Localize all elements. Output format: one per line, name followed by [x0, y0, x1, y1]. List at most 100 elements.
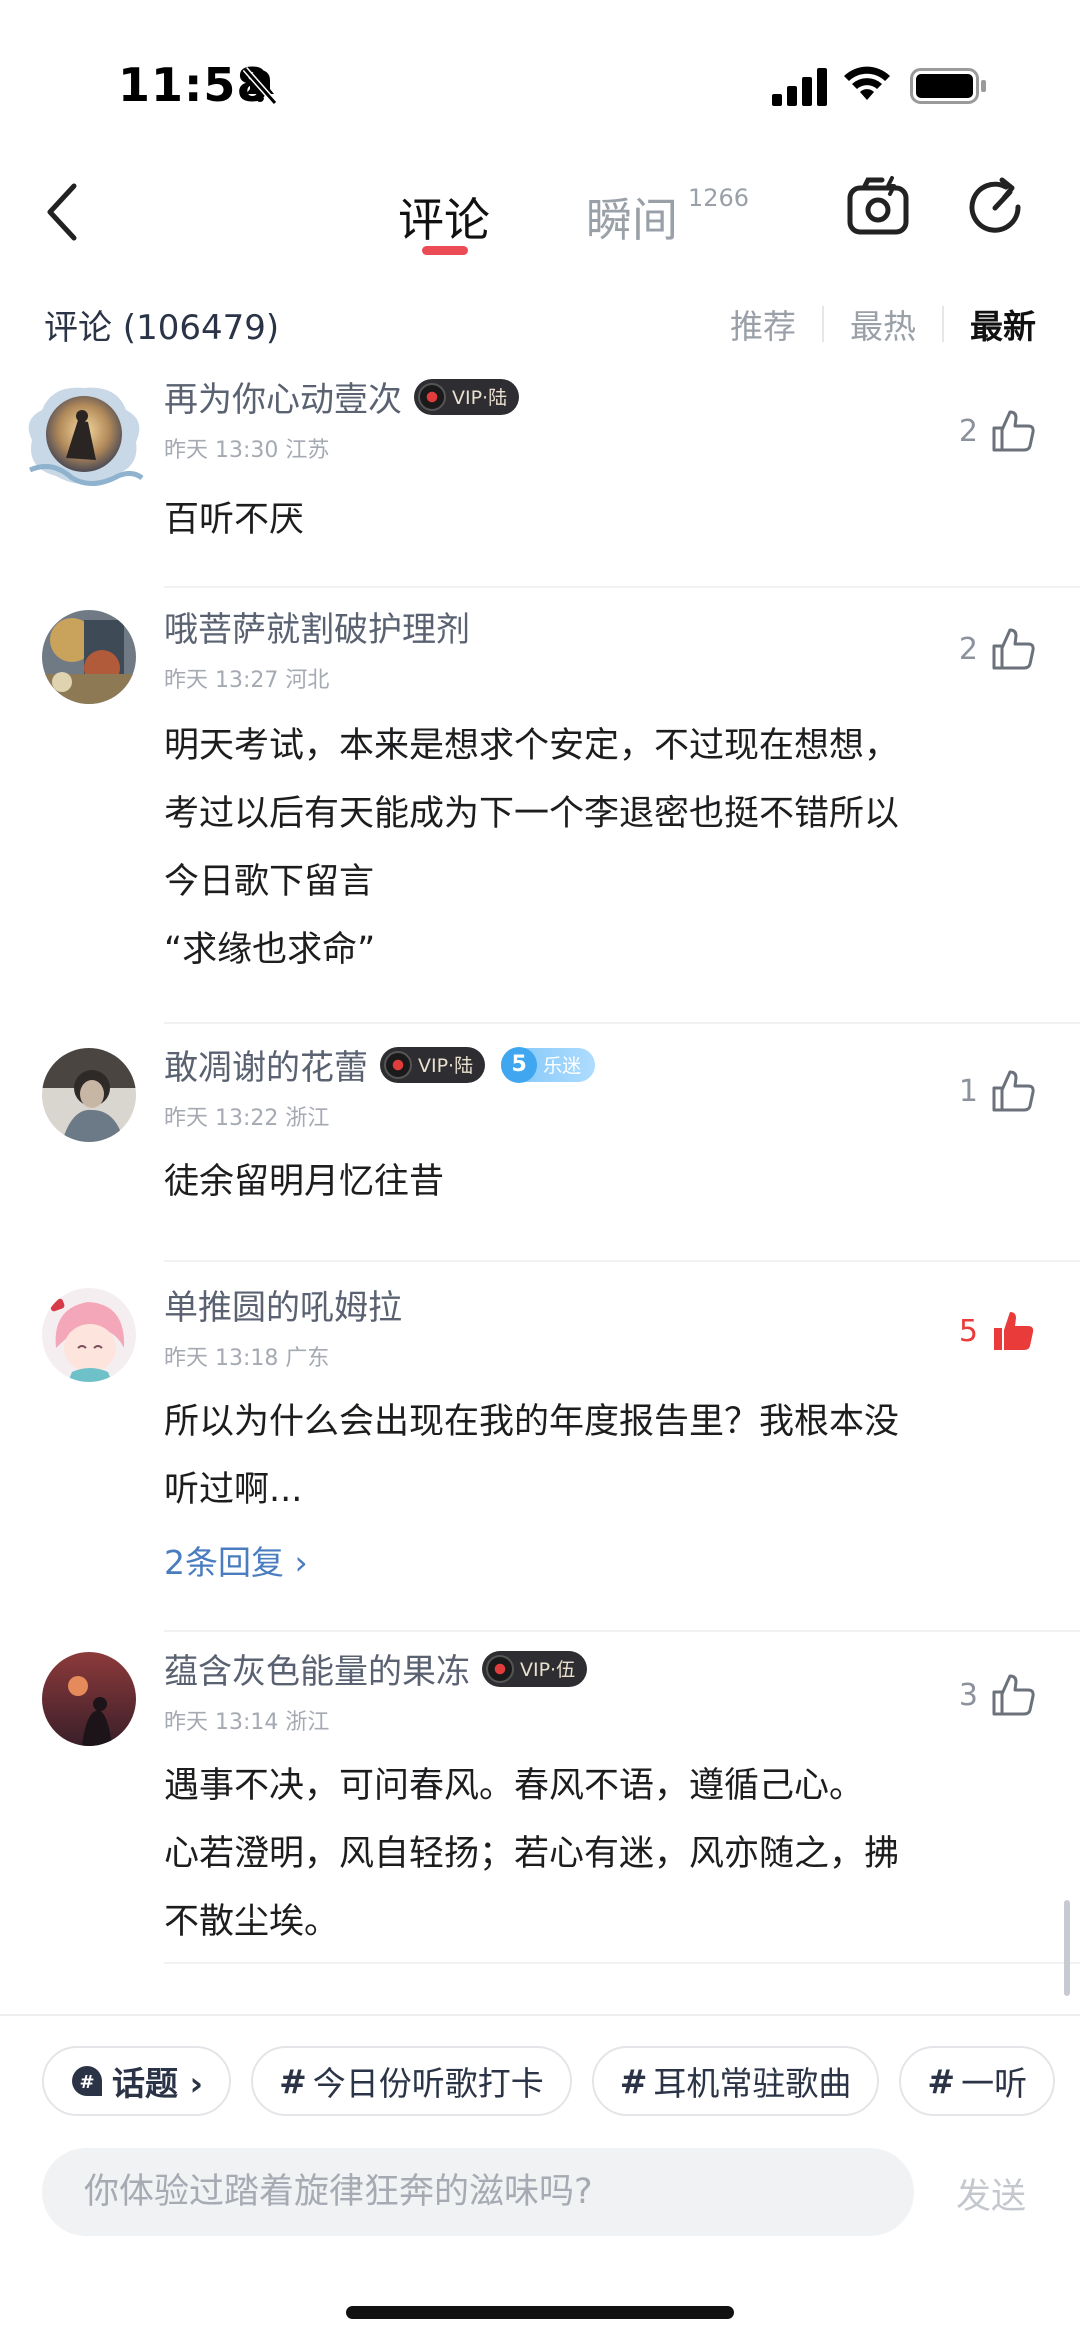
vip-badge[interactable]: VIP·伍 [482, 1650, 588, 1687]
comment-divider [164, 1962, 1080, 1964]
share-icon[interactable] [962, 174, 1028, 240]
comments-screen: 11:58 评论 瞬间 1266 评论 (106479) 推荐 最热 最新 再为… [0, 0, 1080, 2348]
fan-level-number: 5 [501, 1046, 538, 1083]
moments-count: 1266 [688, 184, 750, 212]
comment-line: “求缘也求命” [164, 930, 376, 970]
fan-level-badge[interactable]: 5 乐迷 [501, 1046, 596, 1083]
like-button[interactable]: 5 [959, 1308, 1036, 1354]
cellular-signal-icon [772, 68, 827, 106]
like-button[interactable]: 2 [959, 626, 1036, 672]
vip-badge[interactable]: VIP·陆 [380, 1046, 486, 1083]
like-button[interactable]: 2 [959, 408, 1036, 454]
topic-chip-row: # 话题 › # 今日份听歌打卡 # 耳机常驻歌曲 # 一听 [42, 2046, 1075, 2116]
comment-meta: 昨天 13:14 浙江 [164, 1710, 330, 1735]
nav-bar: 评论 瞬间 1266 [0, 150, 1080, 270]
back-arrow-icon[interactable] [40, 180, 88, 244]
comment-body: 明天考试，本来是想求个安定，不过现在想想， 考过以后有天能成为下一个李退密也挺不… [164, 712, 1024, 984]
comment-meta: 昨天 13:22 浙江 [164, 1106, 330, 1131]
comment-username[interactable]: 敢凋谢的花蕾 [164, 1040, 368, 1089]
comment-username[interactable]: 蕴含灰色能量的果冻 [164, 1644, 470, 1693]
view-replies-link[interactable]: 2条回复 › [164, 1536, 308, 1584]
vinyl-disc-icon [486, 1654, 514, 1683]
comment-username[interactable]: 单推圆的吼姆拉 [164, 1280, 402, 1329]
topic-label: 耳机常驻歌曲 [653, 2064, 852, 2103]
comment-body: 所以为什么会出现在我的年度报告里？我根本没 听过啊... [164, 1388, 1024, 1524]
comment-username[interactable]: 哦菩萨就割破护理剂 [164, 602, 470, 651]
comment-body: 遇事不决，可问春风。春风不语，遵循己心。 心若澄明，风自轻扬；若心有迷，风亦随之… [164, 1752, 1024, 1956]
hash-icon: # [279, 2061, 307, 2101]
thumb-up-icon [992, 1674, 1035, 1716]
battery-icon [910, 68, 986, 104]
avatar[interactable] [42, 1652, 136, 1746]
avatar[interactable] [22, 380, 146, 490]
sort-divider [942, 306, 944, 342]
thumb-up-icon [992, 1070, 1035, 1112]
comment-line: 明天考试，本来是想求个安定，不过现在想想， [164, 726, 900, 766]
comment-username[interactable]: 再为你心动壹次 [164, 372, 402, 421]
tab-comments[interactable]: 评论 [398, 184, 490, 250]
send-button[interactable]: 发送 [956, 2168, 1026, 2219]
sort-recommended[interactable]: 推荐 [730, 300, 796, 348]
comment-header: 评论 (106479) 推荐 最热 最新 [0, 292, 1080, 352]
comment-line: 今日歌下留言 [164, 862, 375, 902]
comment-line: 不散尘埃。 [164, 1902, 340, 1942]
vinyl-disc-icon [384, 1050, 412, 1079]
scrollbar-thumb[interactable] [1064, 1900, 1070, 1996]
comment-header-row: 哦菩萨就割破护理剂 [164, 602, 470, 651]
comment-line: 考过以后有天能成为下一个李退密也挺不错所以 [164, 794, 900, 834]
comment-divider [164, 586, 1080, 588]
comment-line: 心若澄明，风自轻扬；若心有迷，风亦随之，拂 [164, 1834, 900, 1874]
comment-header-row: 单推圆的吼姆拉 [164, 1280, 402, 1329]
topic-chip[interactable]: # 一听 [899, 2046, 1056, 2116]
topic-chip[interactable]: # 耳机常驻歌曲 [591, 2046, 880, 2116]
vip-label: VIP·陆 [452, 387, 508, 409]
like-count: 5 [958, 1313, 978, 1349]
like-count: 2 [958, 631, 978, 667]
thumb-up-icon [992, 410, 1035, 452]
topic-bar: # 话题 › # 今日份听歌打卡 # 耳机常驻歌曲 # 一听 [0, 2014, 1080, 2164]
topic-chip[interactable]: # 今日份听歌打卡 [251, 2046, 572, 2116]
comment-line: 徒余留明月忆往昔 [164, 1162, 445, 1202]
like-count: 3 [958, 1677, 978, 1713]
comment-line: 听过啊... [164, 1470, 303, 1510]
avatar[interactable] [42, 1048, 136, 1142]
comment-header-row: 再为你心动壹次 VIP·陆 [164, 372, 520, 421]
comment-input[interactable] [42, 2148, 914, 2236]
comment-input-bar: 发送 [0, 2148, 1080, 2248]
comment-divider [164, 1260, 1080, 1262]
comment-item: 蕴含灰色能量的果冻 VIP·伍 昨天 13:14 浙江 3 遇事不决，可问春风。… [0, 1632, 1080, 2012]
avatar[interactable] [42, 610, 136, 704]
comment-meta: 昨天 13:27 河北 [164, 668, 330, 693]
comment-meta: 昨天 13:18 广东 [164, 1346, 330, 1371]
status-bar: 11:58 [0, 0, 1080, 150]
sort-newest[interactable]: 最新 [970, 300, 1036, 348]
topic-label: 话题 › [112, 2064, 204, 2103]
like-button[interactable]: 1 [959, 1068, 1036, 1114]
avatar[interactable] [42, 1288, 136, 1382]
sort-hottest[interactable]: 最热 [850, 300, 916, 348]
camera-icon[interactable] [846, 174, 910, 238]
comment-line: 遇事不决，可问春风。春风不语，遵循己心。 [164, 1766, 865, 1806]
hash-icon: # [927, 2061, 956, 2101]
topic-chip-main[interactable]: # 话题 › [42, 2046, 232, 2116]
comment-total: 评论 (106479) [44, 308, 280, 348]
comment-item: 再为你心动壹次 VIP·陆 昨天 13:30 江苏 2 百听不厌 [0, 360, 1080, 588]
tab-active-indicator [422, 246, 468, 255]
topic-chat-icon: # [72, 2066, 102, 2096]
hash-icon: # [619, 2061, 648, 2101]
like-count: 1 [958, 1073, 978, 1109]
bell-muted-icon [242, 67, 278, 105]
svg-text:#: # [79, 2072, 94, 2093]
thumb-up-icon [992, 628, 1035, 670]
vip-badge[interactable]: VIP·陆 [414, 378, 520, 415]
home-indicator[interactable] [346, 2306, 734, 2319]
comment-line: 所以为什么会出现在我的年度报告里？我根本没 [164, 1402, 900, 1442]
tab-moments[interactable]: 瞬间 [586, 184, 678, 250]
comment-meta: 昨天 13:30 江苏 [164, 438, 330, 463]
wifi-icon [844, 66, 890, 100]
comment-header-row: 敢凋谢的花蕾 VIP·陆 5 乐迷 [164, 1040, 596, 1089]
like-button[interactable]: 3 [959, 1672, 1036, 1718]
fan-label: 乐迷 [543, 1055, 582, 1077]
thumb-up-filled-icon [994, 1312, 1034, 1350]
sort-tabs: 推荐 最热 最新 [730, 300, 1036, 348]
